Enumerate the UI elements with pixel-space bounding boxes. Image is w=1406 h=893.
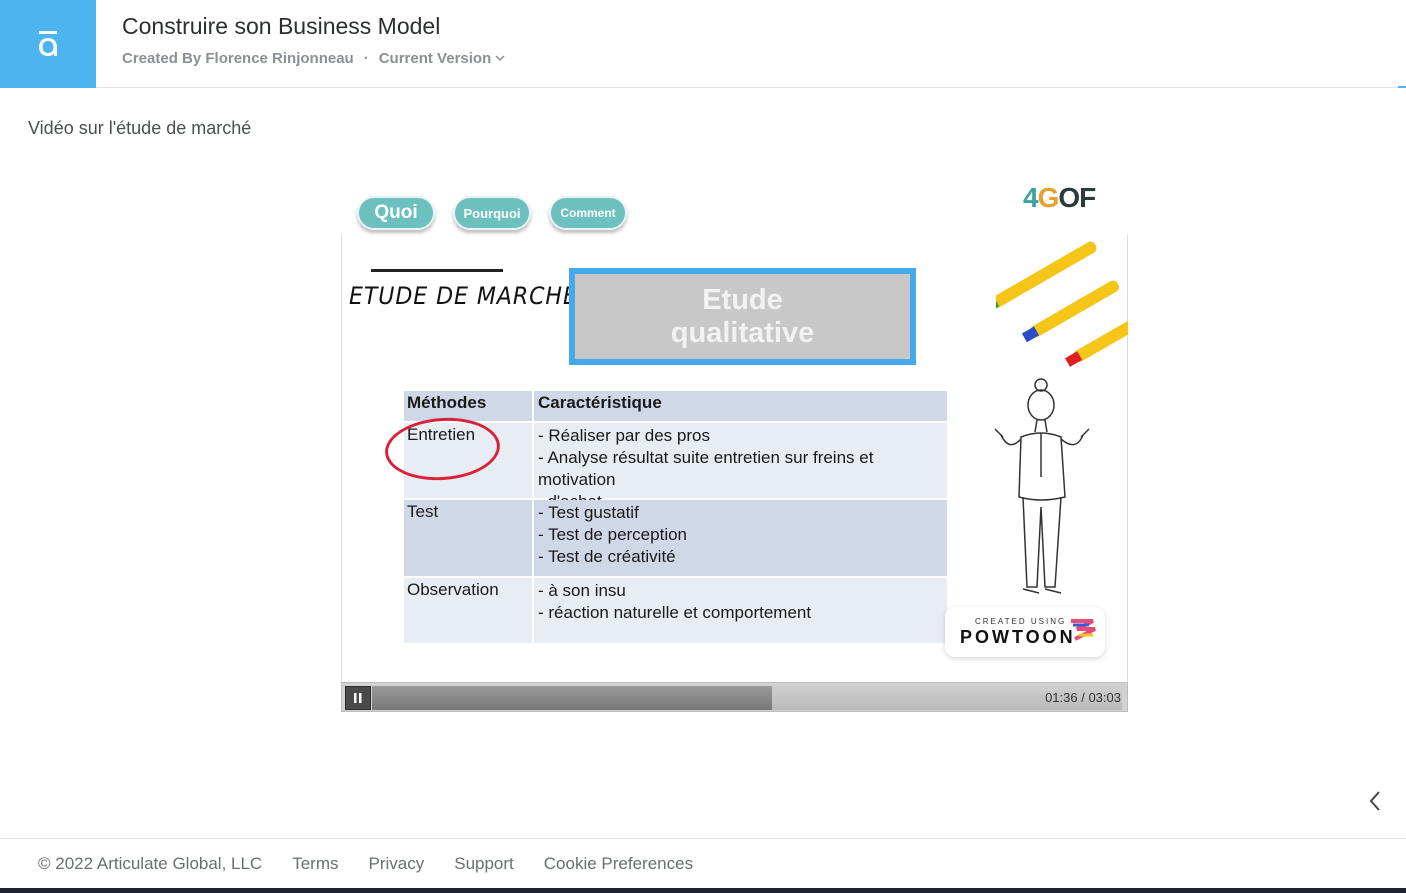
col2-header: Caractéristique <box>532 391 947 421</box>
brand-part-1: 4 <box>1023 182 1039 213</box>
brand-part-3: OF <box>1058 182 1096 213</box>
characteristic-item: - Test de perception <box>538 525 687 544</box>
footer-link-cookie-preferences[interactable]: Cookie Preferences <box>544 854 693 874</box>
chevron-left-icon <box>1369 791 1380 811</box>
time-total: 03:03 <box>1088 690 1121 705</box>
quoi-button: Quoi <box>357 196 435 230</box>
version-dropdown[interactable]: Current Version <box>379 50 506 67</box>
character-illustration-icon <box>994 378 1090 594</box>
brand-part-2: G <box>1037 182 1060 213</box>
qual-line-2: qualitative <box>670 316 815 349</box>
footer-link-terms[interactable]: Terms <box>292 854 338 874</box>
pause-button[interactable] <box>345 686 371 710</box>
footer-link-privacy[interactable]: Privacy <box>369 854 425 874</box>
footer-bar <box>0 888 1406 893</box>
characteristic-item: - Réaliser par des pros <box>538 426 710 445</box>
time-display: 01:36 / 03:03 <box>1045 690 1121 705</box>
copyright-text: © 2022 Articulate Global, LLC <box>38 854 263 873</box>
progress-accent <box>1398 86 1406 88</box>
footer-links: © 2022 Articulate Global, LLC Terms Priv… <box>38 854 693 874</box>
table-row: Observation - à son insu - réaction natu… <box>404 578 947 643</box>
table-row: Test - Test gustatif - Test de perceptio… <box>404 500 947 576</box>
lesson-heading: Vidéo sur l'étude de marché <box>28 118 252 138</box>
characteristic-item: - Test gustatif <box>538 503 639 522</box>
brand-4gof-logo: 4GOF <box>1023 182 1096 214</box>
video-player[interactable]: Quoi Pourquoi Comment 4GOF ETUDE DE MARC… <box>341 182 1128 712</box>
characteristic-cell: - Test gustatif - Test de perception - T… <box>532 500 947 576</box>
course-title: Construire son Business Model <box>122 13 441 39</box>
page-footer: © 2022 Articulate Global, LLC Terms Priv… <box>0 838 1406 893</box>
characteristic-item: - Test de créativité <box>538 547 676 566</box>
time-separator: / <box>1077 690 1089 705</box>
chevron-down-icon <box>495 55 505 62</box>
collapse-sidebar-button[interactable] <box>1364 788 1386 814</box>
time-current: 01:36 <box>1045 690 1078 705</box>
articulate-logo[interactable] <box>0 0 96 88</box>
markers-illustration-icon <box>996 241 1128 367</box>
course-header: Construire son Business Model Created By… <box>0 0 1406 88</box>
powtoon-logo-icon <box>1071 619 1096 641</box>
video-frame[interactable]: Quoi Pourquoi Comment 4GOF ETUDE DE MARC… <box>341 182 1128 682</box>
meta-separator: · <box>363 50 369 67</box>
table-header-row: Méthodes Caractéristique <box>404 391 947 421</box>
characteristic-cell: - à son insu - réaction naturelle et com… <box>532 578 947 643</box>
characteristic-item: - réaction naturelle et comportement <box>538 603 812 622</box>
pause-icon <box>354 693 362 703</box>
powtoon-brand-text: POWTOON <box>960 627 1076 647</box>
qualitative-box: Etude qualitative <box>569 268 916 365</box>
created-by: Created By Florence Rinjonneau <box>122 50 354 67</box>
method-cell: Test <box>407 502 439 521</box>
characteristic-cell: - Réaliser par des pros - Analyse résult… <box>532 423 947 511</box>
footer-link-support[interactable]: Support <box>454 854 514 874</box>
col1-header: Méthodes <box>407 393 487 412</box>
characteristic-item: - à son insu <box>538 581 626 600</box>
powtoon-badge: CREATED USING POWTOON <box>945 607 1105 657</box>
video-controls: 01:36 / 03:03 <box>341 682 1128 712</box>
characteristic-item: - Analyse résultat suite entretien sur f… <box>538 448 874 489</box>
course-meta: Created By Florence Rinjonneau · Current… <box>122 50 505 67</box>
qual-line-1: Etude <box>702 283 783 316</box>
progress-track[interactable] <box>372 686 1122 710</box>
pourquoi-button: Pourquoi <box>453 196 531 230</box>
method-cell: Observation <box>407 580 499 599</box>
version-label: Current Version <box>378 50 492 67</box>
title-underline <box>371 269 503 272</box>
rise-logo-icon <box>39 31 57 56</box>
comment-button: Comment <box>549 196 627 230</box>
powtoon-small-text: CREATED USING <box>975 617 1067 626</box>
slide-title: ETUDE DE MARCHÉ <box>349 282 578 310</box>
progress-fill <box>372 686 772 710</box>
